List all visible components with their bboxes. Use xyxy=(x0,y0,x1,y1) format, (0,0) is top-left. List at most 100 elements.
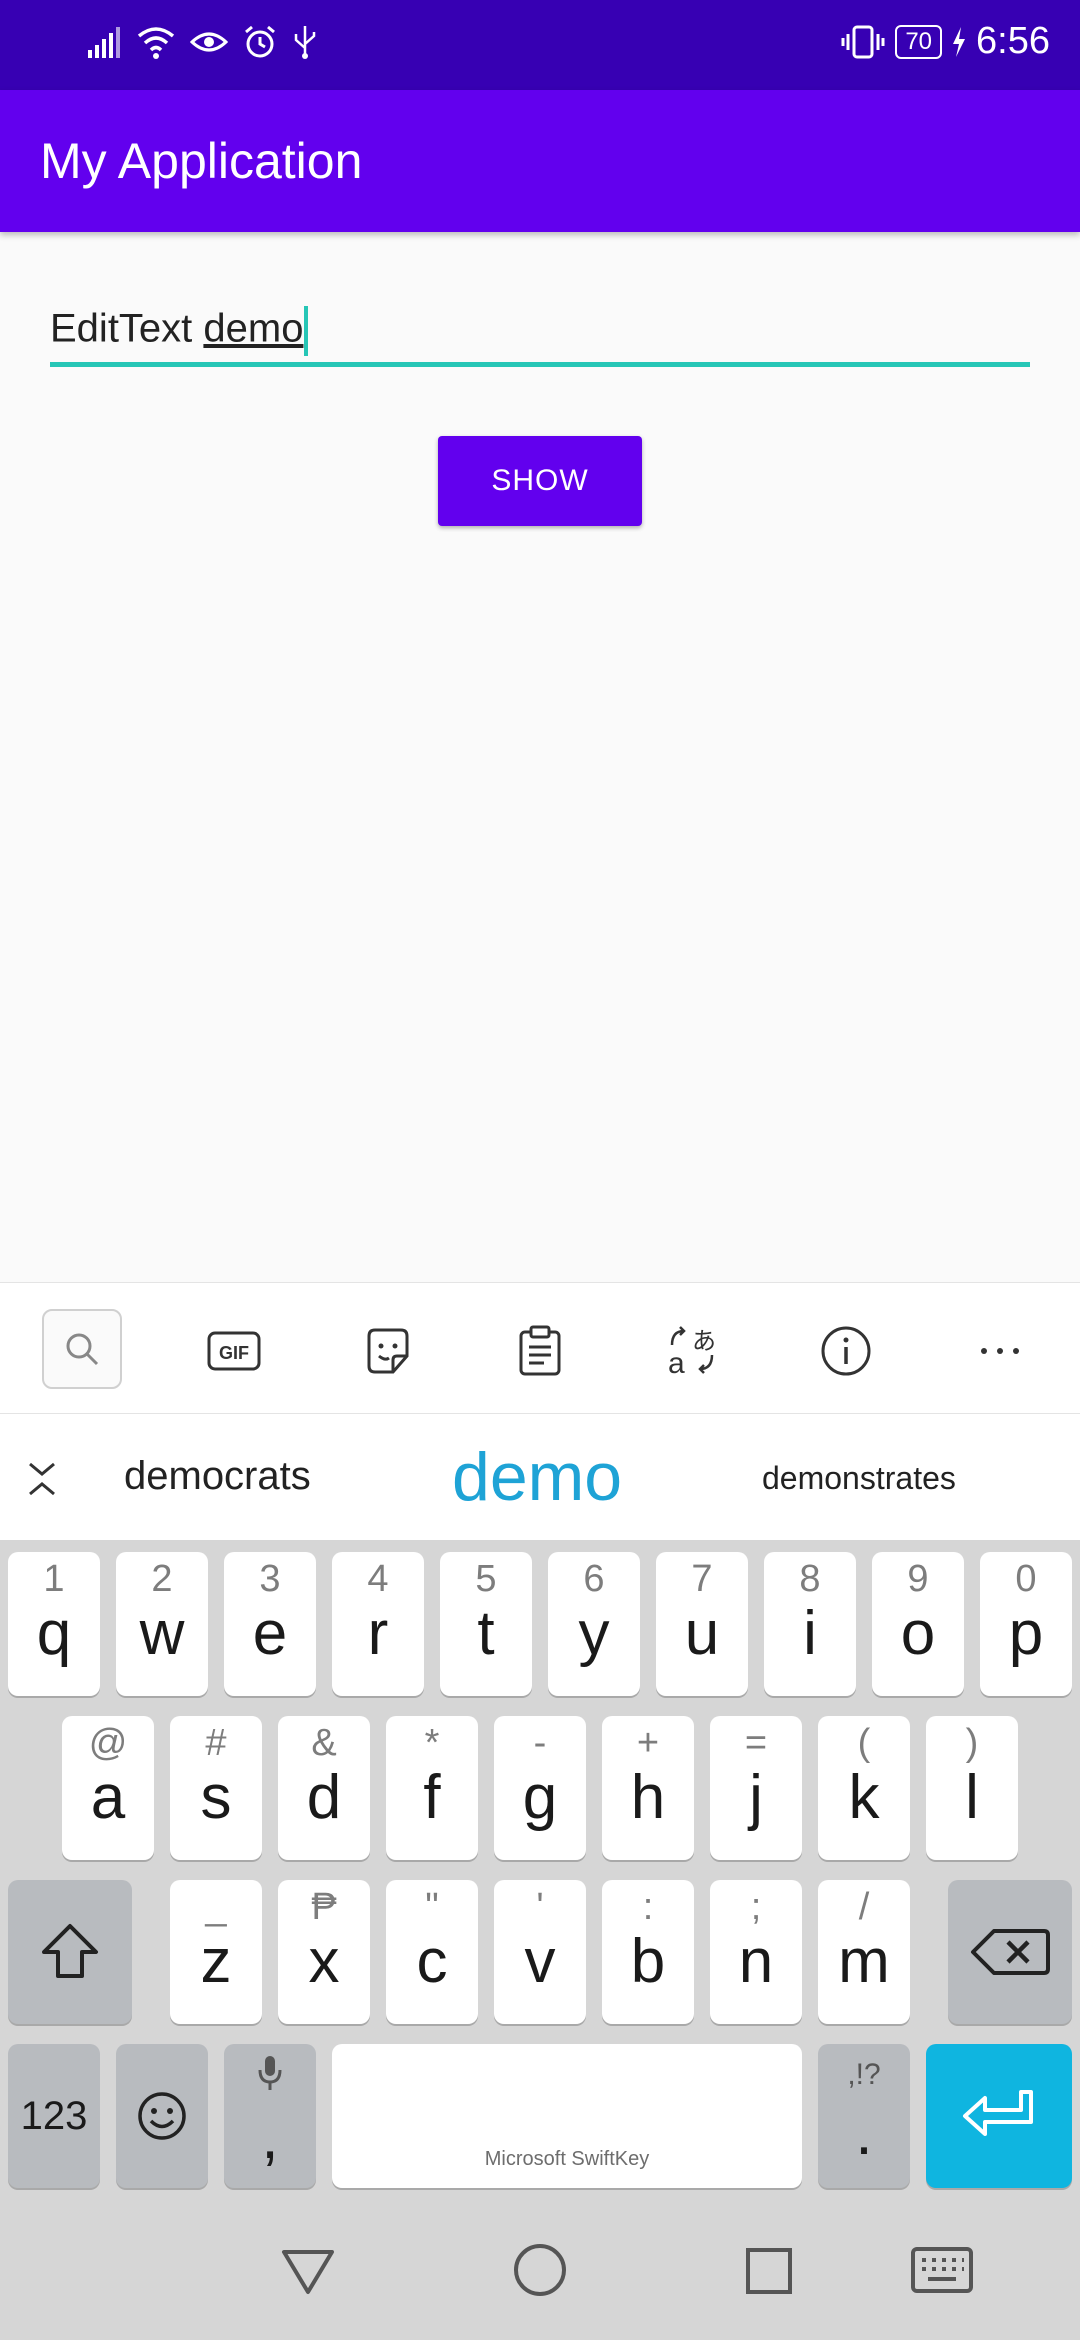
clipboard-icon xyxy=(519,1325,561,1376)
key-p[interactable]: 0p xyxy=(980,1552,1072,1696)
key-h[interactable]: + h xyxy=(602,1716,694,1860)
backspace-key[interactable] xyxy=(948,1880,1072,2024)
key-w[interactable]: 2w xyxy=(116,1552,208,1696)
battery-level: 70 xyxy=(895,24,943,59)
recents-icon[interactable] xyxy=(744,2246,794,2296)
key-e[interactable]: 3e xyxy=(224,1552,316,1696)
svg-text:a: a xyxy=(668,1347,685,1377)
numbers-key[interactable]: 123 xyxy=(8,2044,100,2188)
clipboard-button[interactable] xyxy=(502,1313,578,1389)
key-primary: b xyxy=(630,1927,666,1996)
keyboard-switch-icon[interactable] xyxy=(910,2246,974,2294)
key-m[interactable]: / m xyxy=(818,1880,910,2024)
key-g[interactable]: -g xyxy=(494,1716,586,1860)
sticker-button[interactable] xyxy=(350,1313,426,1389)
key-primary: z xyxy=(200,1927,232,1996)
suggestion-right[interactable]: demonstrates xyxy=(762,1460,956,1497)
translate-button[interactable]: a あ xyxy=(654,1313,730,1389)
key-secondary: 5 xyxy=(475,1558,497,1600)
space-key[interactable]: Microsoft SwiftKey xyxy=(332,2044,802,2188)
eye-icon xyxy=(190,32,228,52)
key-secondary: ; xyxy=(750,1886,762,1928)
microphone-icon xyxy=(258,2056,282,2090)
status-icons-right: 70 6:56 xyxy=(841,20,1050,63)
comma-label: , xyxy=(261,2103,279,2172)
signal-icon xyxy=(88,27,120,58)
suggestion-center[interactable]: demo xyxy=(452,1438,622,1516)
keyboard-toolbar: GIF a あ xyxy=(0,1282,1080,1414)
key-secondary: 2 xyxy=(151,1558,173,1600)
key-a[interactable]: @ a xyxy=(62,1716,154,1860)
key-n[interactable]: ; n xyxy=(710,1880,802,2024)
key-i[interactable]: 8i xyxy=(764,1552,856,1696)
more-icon xyxy=(981,1348,1019,1354)
key-primary: w xyxy=(139,1599,185,1668)
key-secondary: ' xyxy=(536,1886,544,1928)
gif-label: GIF xyxy=(219,1343,249,1363)
key-secondary: " xyxy=(425,1886,439,1928)
key-r[interactable]: 4r xyxy=(332,1552,424,1696)
key-primary: i xyxy=(803,1599,817,1668)
key-primary: y xyxy=(578,1599,610,1668)
edit-text-content: EditText demo xyxy=(50,306,309,356)
gif-icon: GIF xyxy=(207,1331,261,1371)
key-secondary: ) xyxy=(965,1722,979,1764)
emoji-key[interactable] xyxy=(116,2044,208,2188)
key-d[interactable]: & d xyxy=(278,1716,370,1860)
key-secondary: = xyxy=(744,1722,768,1764)
gif-button[interactable]: GIF xyxy=(196,1313,272,1389)
key-v[interactable]: ' v xyxy=(494,1880,586,2024)
key-f[interactable]: * f xyxy=(386,1716,478,1860)
app-bar: My Application xyxy=(0,90,1080,232)
key-primary: p xyxy=(1008,1599,1044,1668)
numbers-key-label: 123 xyxy=(20,2094,88,2138)
period-secondary: ,!? xyxy=(847,2058,881,2091)
key-u[interactable]: 7u xyxy=(656,1552,748,1696)
key-t[interactable]: 5t xyxy=(440,1552,532,1696)
backspace-icon xyxy=(971,1929,1050,1975)
navigation-bar xyxy=(0,2200,1080,2340)
collapse-icon[interactable] xyxy=(22,1458,62,1498)
keyboard: 1q 2w 3e 4r 5t 6y 7u 8i 9o 0p @ a # s & d *… xyxy=(0,1540,1080,2200)
key-secondary: : xyxy=(642,1886,654,1928)
key-s[interactable]: # s xyxy=(170,1716,262,1860)
key-primary: a xyxy=(90,1763,126,1832)
key-secondary: 6 xyxy=(583,1558,605,1600)
key-y[interactable]: 6y xyxy=(548,1552,640,1696)
show-button[interactable]: SHOW xyxy=(438,436,642,526)
home-icon[interactable] xyxy=(512,2242,568,2298)
info-button[interactable] xyxy=(808,1313,884,1389)
key-primary: d xyxy=(306,1763,342,1832)
key-primary: l xyxy=(965,1763,979,1832)
key-c[interactable]: " c xyxy=(386,1880,478,2024)
key-q[interactable]: 1q xyxy=(8,1552,100,1696)
key-k[interactable]: (k xyxy=(818,1716,910,1860)
search-button[interactable] xyxy=(42,1309,122,1389)
comma-key[interactable]: , xyxy=(224,2044,316,2188)
key-primary: c xyxy=(416,1927,448,1996)
more-button[interactable] xyxy=(962,1313,1038,1389)
key-secondary: _ xyxy=(205,1886,227,1928)
back-icon[interactable] xyxy=(280,2246,336,2296)
status-time: 6:56 xyxy=(976,20,1050,62)
shift-key[interactable] xyxy=(8,1880,132,2024)
key-b[interactable]: :b xyxy=(602,1880,694,2024)
key-o[interactable]: 9o xyxy=(872,1552,964,1696)
svg-text:あ: あ xyxy=(692,1327,716,1355)
enter-key[interactable] xyxy=(926,2044,1072,2188)
suggestion-left[interactable]: democrats xyxy=(124,1454,311,1499)
edit-text-field[interactable]: EditText demo xyxy=(50,296,1030,367)
key-primary: u xyxy=(684,1599,720,1668)
enter-icon xyxy=(963,2090,1033,2136)
key-j[interactable]: = j xyxy=(710,1716,802,1860)
key-z[interactable]: _ z xyxy=(170,1880,262,2024)
key-secondary: 1 xyxy=(43,1558,65,1600)
key-secondary: 4 xyxy=(367,1558,389,1600)
key-l[interactable]: ) l xyxy=(926,1716,1018,1860)
key-primary: j xyxy=(749,1763,763,1832)
key-secondary: 9 xyxy=(907,1558,929,1600)
period-key[interactable]: ,!? . xyxy=(818,2044,910,2188)
info-icon xyxy=(821,1326,871,1376)
key-x[interactable]: ₱ x xyxy=(278,1880,370,2024)
key-secondary: 3 xyxy=(259,1558,281,1600)
